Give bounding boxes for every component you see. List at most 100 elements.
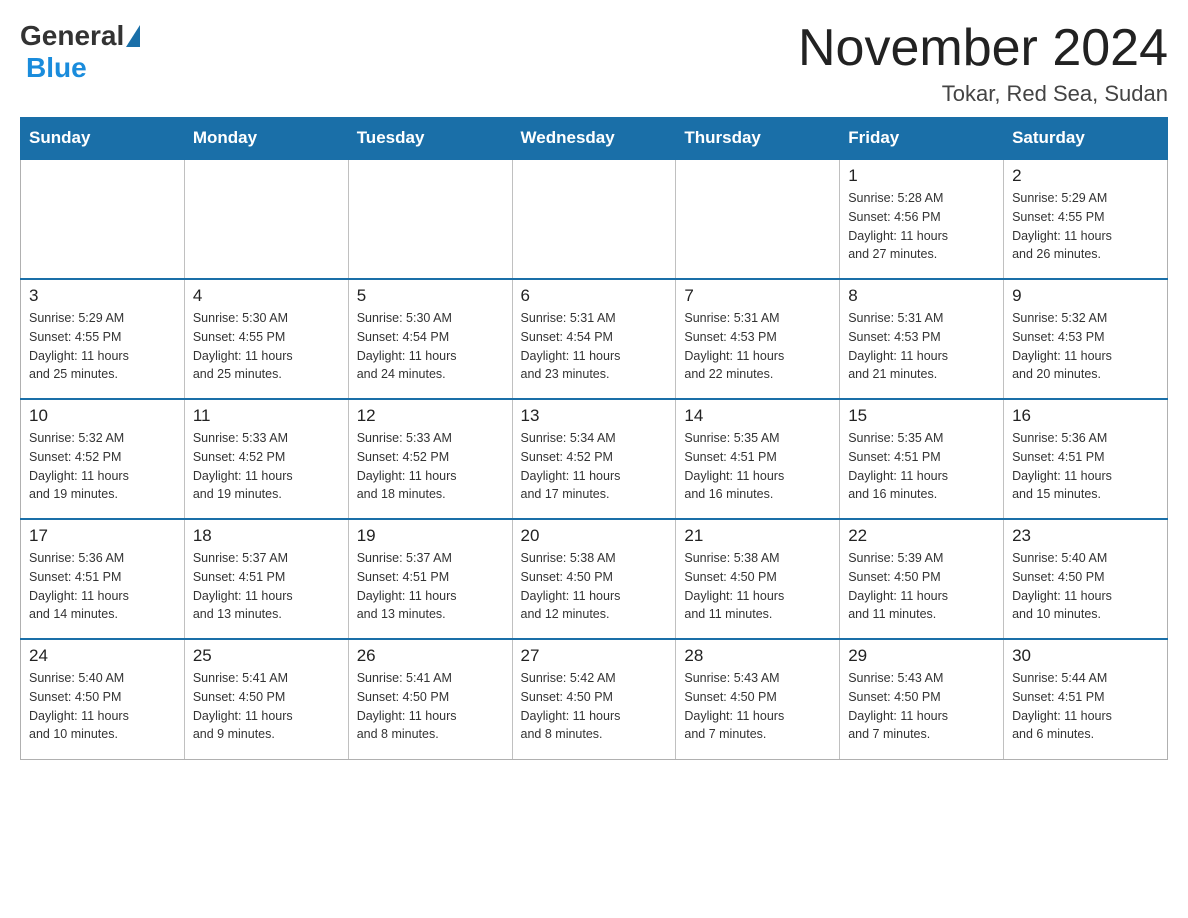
day-info: Sunrise: 5:41 AM Sunset: 4:50 PM Dayligh… <box>357 669 504 744</box>
day-info: Sunrise: 5:29 AM Sunset: 4:55 PM Dayligh… <box>1012 189 1159 264</box>
table-row: 30 Sunrise: 5:44 AM Sunset: 4:51 PM Dayli… <box>1004 639 1168 759</box>
day-info: Sunrise: 5:31 AM Sunset: 4:53 PM Dayligh… <box>684 309 831 384</box>
day-number: 22 <box>848 526 995 546</box>
day-number: 23 <box>1012 526 1159 546</box>
day-info: Sunrise: 5:33 AM Sunset: 4:52 PM Dayligh… <box>193 429 340 504</box>
table-row: 22 Sunrise: 5:39 AM Sunset: 4:50 PM Dayli… <box>840 519 1004 639</box>
month-title: November 2024 <box>798 20 1168 77</box>
table-row: 3 Sunrise: 5:29 AM Sunset: 4:55 PM Daylig… <box>21 279 185 399</box>
table-row: 8 Sunrise: 5:31 AM Sunset: 4:53 PM Daylig… <box>840 279 1004 399</box>
table-row: 14 Sunrise: 5:35 AM Sunset: 4:51 PM Dayli… <box>676 399 840 519</box>
table-row: 9Sunrise: 5:32 AM Sunset: 4:53 PM Daylig… <box>1004 279 1168 399</box>
day-number: 3 <box>29 286 176 306</box>
col-tuesday: Tuesday <box>348 118 512 160</box>
day-number: 15 <box>848 406 995 426</box>
logo-general-text: General <box>20 20 124 52</box>
day-info: Sunrise: 5:32 AM Sunset: 4:53 PM Dayligh… <box>1012 309 1159 384</box>
day-number: 20 <box>521 526 668 546</box>
table-row: 13 Sunrise: 5:34 AM Sunset: 4:52 PM Dayli… <box>512 399 676 519</box>
table-row: 4Sunrise: 5:30 AM Sunset: 4:55 PM Daylig… <box>184 279 348 399</box>
table-row: 26 Sunrise: 5:41 AM Sunset: 4:50 PM Dayli… <box>348 639 512 759</box>
day-info: Sunrise: 5:31 AM Sunset: 4:54 PM Dayligh… <box>521 309 668 384</box>
calendar-week-1: 3 Sunrise: 5:29 AM Sunset: 4:55 PM Daylig… <box>21 279 1168 399</box>
day-info: Sunrise: 5:35 AM Sunset: 4:51 PM Dayligh… <box>684 429 831 504</box>
day-info: Sunrise: 5:32 AM Sunset: 4:52 PM Dayligh… <box>29 429 176 504</box>
day-number: 5 <box>357 286 504 306</box>
day-info: Sunrise: 5:39 AM Sunset: 4:50 PM Dayligh… <box>848 549 995 624</box>
table-row <box>21 159 185 279</box>
col-thursday: Thursday <box>676 118 840 160</box>
page-header: General Blue November 2024 Tokar, Red Se… <box>20 20 1168 107</box>
calendar-week-0: 1Sunrise: 5:28 AM Sunset: 4:56 PM Daylig… <box>21 159 1168 279</box>
table-row <box>184 159 348 279</box>
day-number: 10 <box>29 406 176 426</box>
day-info: Sunrise: 5:41 AM Sunset: 4:50 PM Dayligh… <box>193 669 340 744</box>
table-row: 19Sunrise: 5:37 AM Sunset: 4:51 PM Dayli… <box>348 519 512 639</box>
day-number: 12 <box>357 406 504 426</box>
day-info: Sunrise: 5:31 AM Sunset: 4:53 PM Dayligh… <box>848 309 995 384</box>
table-row: 23 Sunrise: 5:40 AM Sunset: 4:50 PM Dayli… <box>1004 519 1168 639</box>
calendar-week-2: 10 Sunrise: 5:32 AM Sunset: 4:52 PM Dayli… <box>21 399 1168 519</box>
day-number: 27 <box>521 646 668 666</box>
day-number: 28 <box>684 646 831 666</box>
table-row: 25 Sunrise: 5:41 AM Sunset: 4:50 PM Dayli… <box>184 639 348 759</box>
table-row <box>676 159 840 279</box>
table-row: 17Sunrise: 5:36 AM Sunset: 4:51 PM Dayli… <box>21 519 185 639</box>
day-number: 8 <box>848 286 995 306</box>
table-row: 11 Sunrise: 5:33 AM Sunset: 4:52 PM Dayli… <box>184 399 348 519</box>
table-row: 10 Sunrise: 5:32 AM Sunset: 4:52 PM Dayli… <box>21 399 185 519</box>
table-row: 20Sunrise: 5:38 AM Sunset: 4:50 PM Dayli… <box>512 519 676 639</box>
location-title: Tokar, Red Sea, Sudan <box>798 81 1168 107</box>
table-row: 15 Sunrise: 5:35 AM Sunset: 4:51 PM Dayli… <box>840 399 1004 519</box>
day-number: 13 <box>521 406 668 426</box>
table-row: 2 Sunrise: 5:29 AM Sunset: 4:55 PM Daylig… <box>1004 159 1168 279</box>
table-row: 27 Sunrise: 5:42 AM Sunset: 4:50 PM Dayli… <box>512 639 676 759</box>
col-saturday: Saturday <box>1004 118 1168 160</box>
day-number: 25 <box>193 646 340 666</box>
day-number: 7 <box>684 286 831 306</box>
day-number: 11 <box>193 406 340 426</box>
day-info: Sunrise: 5:34 AM Sunset: 4:52 PM Dayligh… <box>521 429 668 504</box>
table-row: 18 Sunrise: 5:37 AM Sunset: 4:51 PM Dayli… <box>184 519 348 639</box>
day-number: 18 <box>193 526 340 546</box>
table-row: 12 Sunrise: 5:33 AM Sunset: 4:52 PM Dayli… <box>348 399 512 519</box>
day-info: Sunrise: 5:29 AM Sunset: 4:55 PM Dayligh… <box>29 309 176 384</box>
day-info: Sunrise: 5:38 AM Sunset: 4:50 PM Dayligh… <box>684 549 831 624</box>
table-row: 29Sunrise: 5:43 AM Sunset: 4:50 PM Dayli… <box>840 639 1004 759</box>
day-info: Sunrise: 5:44 AM Sunset: 4:51 PM Dayligh… <box>1012 669 1159 744</box>
table-row: 7 Sunrise: 5:31 AM Sunset: 4:53 PM Daylig… <box>676 279 840 399</box>
day-number: 14 <box>684 406 831 426</box>
table-row: 24 Sunrise: 5:40 AM Sunset: 4:50 PM Dayli… <box>21 639 185 759</box>
day-info: Sunrise: 5:40 AM Sunset: 4:50 PM Dayligh… <box>29 669 176 744</box>
day-info: Sunrise: 5:43 AM Sunset: 4:50 PM Dayligh… <box>684 669 831 744</box>
day-number: 2 <box>1012 166 1159 186</box>
calendar-table: Sunday Monday Tuesday Wednesday Thursday… <box>20 117 1168 760</box>
day-info: Sunrise: 5:35 AM Sunset: 4:51 PM Dayligh… <box>848 429 995 504</box>
col-sunday: Sunday <box>21 118 185 160</box>
calendar-week-4: 24 Sunrise: 5:40 AM Sunset: 4:50 PM Dayli… <box>21 639 1168 759</box>
logo: General Blue <box>20 20 142 84</box>
day-number: 4 <box>193 286 340 306</box>
day-number: 1 <box>848 166 995 186</box>
day-number: 26 <box>357 646 504 666</box>
calendar-week-3: 17Sunrise: 5:36 AM Sunset: 4:51 PM Dayli… <box>21 519 1168 639</box>
day-number: 6 <box>521 286 668 306</box>
table-row: 5Sunrise: 5:30 AM Sunset: 4:54 PM Daylig… <box>348 279 512 399</box>
col-friday: Friday <box>840 118 1004 160</box>
day-number: 30 <box>1012 646 1159 666</box>
title-area: November 2024 Tokar, Red Sea, Sudan <box>798 20 1168 107</box>
table-row <box>348 159 512 279</box>
table-row: 6 Sunrise: 5:31 AM Sunset: 4:54 PM Daylig… <box>512 279 676 399</box>
day-info: Sunrise: 5:37 AM Sunset: 4:51 PM Dayligh… <box>193 549 340 624</box>
day-info: Sunrise: 5:40 AM Sunset: 4:50 PM Dayligh… <box>1012 549 1159 624</box>
day-info: Sunrise: 5:42 AM Sunset: 4:50 PM Dayligh… <box>521 669 668 744</box>
day-info: Sunrise: 5:43 AM Sunset: 4:50 PM Dayligh… <box>848 669 995 744</box>
table-row: 16Sunrise: 5:36 AM Sunset: 4:51 PM Dayli… <box>1004 399 1168 519</box>
day-number: 19 <box>357 526 504 546</box>
col-monday: Monday <box>184 118 348 160</box>
day-number: 24 <box>29 646 176 666</box>
table-row: 21 Sunrise: 5:38 AM Sunset: 4:50 PM Dayli… <box>676 519 840 639</box>
day-number: 21 <box>684 526 831 546</box>
day-info: Sunrise: 5:36 AM Sunset: 4:51 PM Dayligh… <box>1012 429 1159 504</box>
day-info: Sunrise: 5:33 AM Sunset: 4:52 PM Dayligh… <box>357 429 504 504</box>
